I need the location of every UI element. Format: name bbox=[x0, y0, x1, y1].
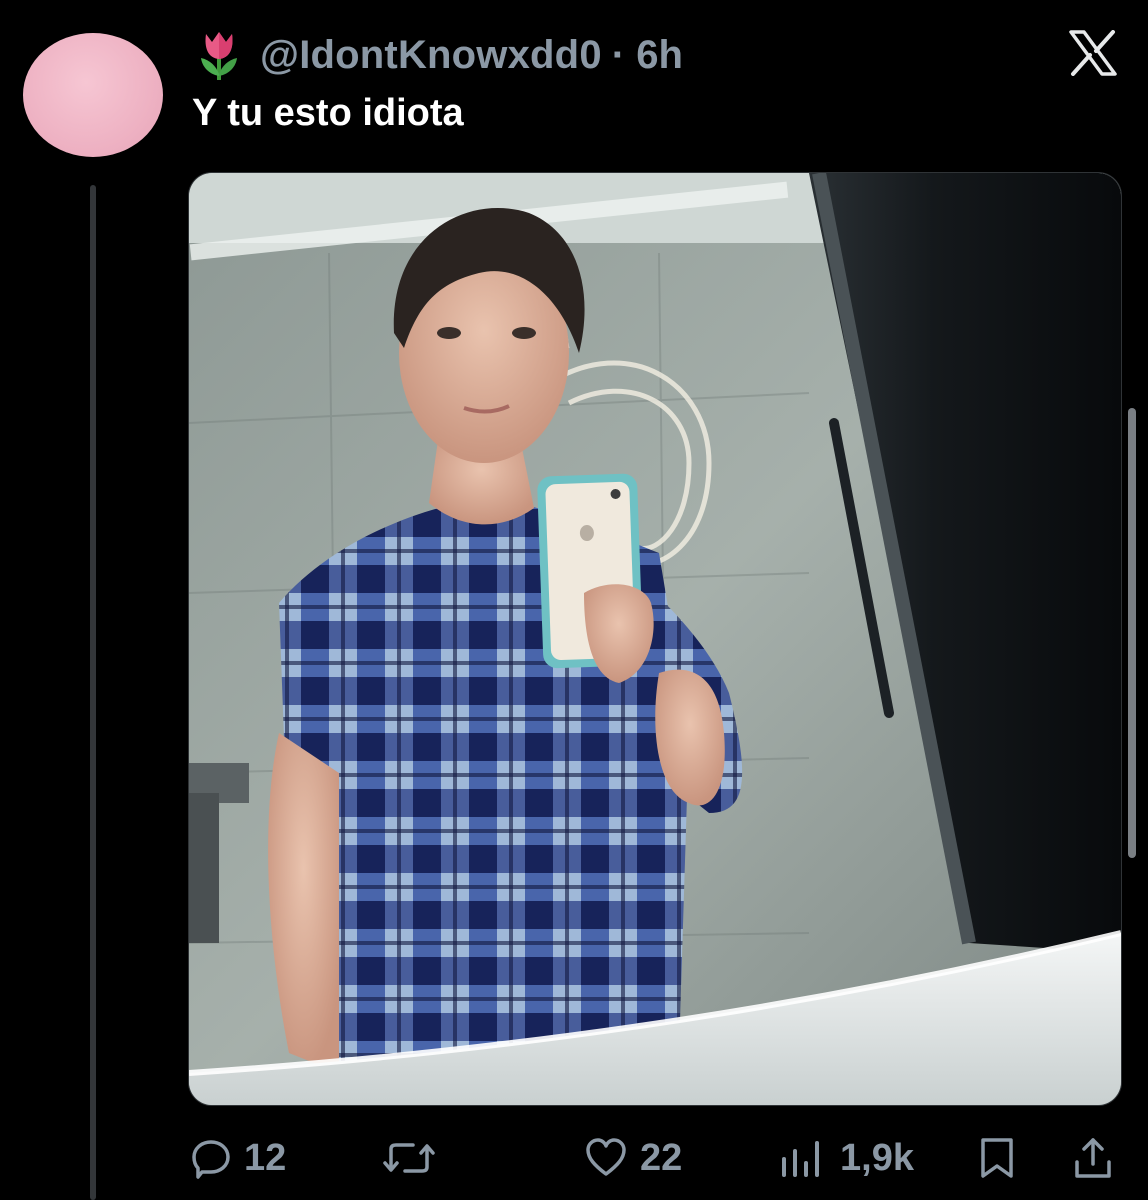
scrollbar[interactable] bbox=[1128, 408, 1136, 858]
tulip-icon bbox=[201, 32, 237, 80]
reply-button[interactable]: 12 bbox=[190, 1126, 286, 1190]
views-button[interactable]: 1,9k bbox=[778, 1126, 914, 1190]
views-chart-icon bbox=[782, 1141, 819, 1177]
thread-line bbox=[90, 185, 96, 1200]
bookmark-icon bbox=[981, 1138, 1013, 1178]
repost-icon bbox=[383, 1143, 435, 1173]
tweet-photo[interactable] bbox=[188, 172, 1122, 1106]
tweet-header: @IdontKnowxdd0 · 6h bbox=[192, 28, 683, 82]
tweet[interactable]: @IdontKnowxdd0 · 6h Y tu esto idiota 12 … bbox=[0, 0, 1148, 1200]
reply-count: 12 bbox=[244, 1136, 287, 1179]
share-icon bbox=[1075, 1138, 1111, 1178]
tweet-text: Y tu esto idiota bbox=[192, 92, 464, 134]
like-count: 22 bbox=[640, 1136, 683, 1179]
bookmark-button[interactable] bbox=[978, 1126, 1016, 1190]
timestamp[interactable]: · 6h bbox=[612, 33, 683, 78]
views-count: 1,9k bbox=[840, 1136, 914, 1179]
author-handle[interactable]: @IdontKnowxdd0 bbox=[260, 33, 602, 78]
reply-icon bbox=[192, 1140, 230, 1179]
heart-icon bbox=[586, 1138, 626, 1176]
action-bar: 12 22 1,9k bbox=[0, 1126, 1148, 1190]
share-button[interactable] bbox=[1072, 1126, 1114, 1190]
repost-button[interactable] bbox=[383, 1126, 435, 1190]
mirror-selfie-image bbox=[189, 173, 1121, 1105]
x-logo-icon bbox=[1069, 30, 1117, 76]
like-button[interactable]: 22 bbox=[584, 1126, 682, 1190]
avatar[interactable] bbox=[23, 33, 163, 157]
